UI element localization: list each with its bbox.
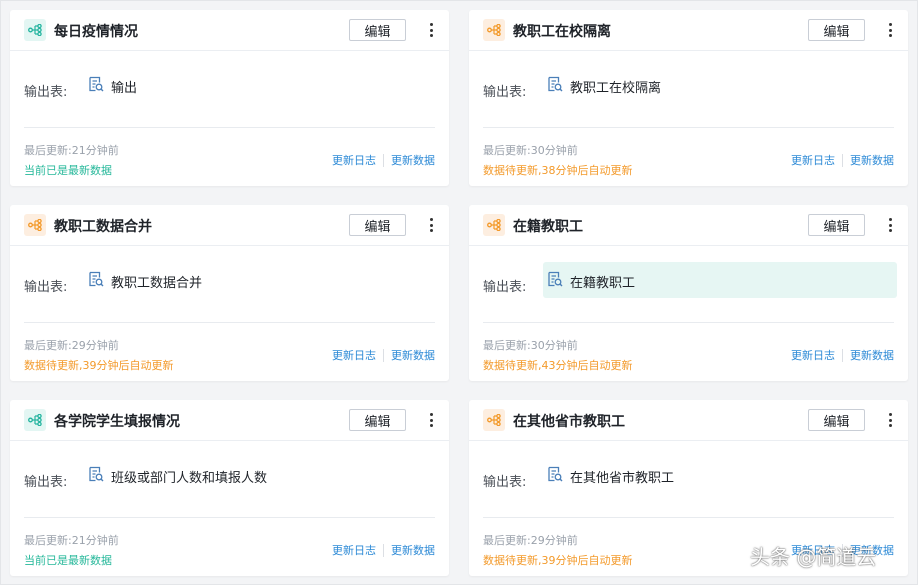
status-text: 当前已是最新数据 <box>24 554 112 567</box>
update-data-link[interactable]: 更新数据 <box>391 347 435 363</box>
output-table-label: 输出表: <box>483 85 527 100</box>
card-title: 教职工在校隔离 <box>513 24 611 40</box>
status-text: 数据待更新,43分钟后自动更新 <box>483 359 633 372</box>
update-log-link[interactable]: 更新日志 <box>791 152 835 168</box>
dataflow-card-3: 教职工数据合并 编辑 输出表: 教职工数据合并 最后更新:29分钟前 数据待更新… <box>10 205 449 381</box>
link-separator <box>383 153 384 167</box>
last-updated-text: 最后更新:30分钟前 <box>483 144 578 157</box>
more-vertical-icon[interactable] <box>886 21 894 39</box>
dataflow-icon <box>24 409 46 431</box>
link-separator <box>383 543 384 557</box>
output-table-label: 输出表: <box>483 475 527 490</box>
card-actions: 更新日志 更新数据 <box>332 347 435 363</box>
more-vertical-icon[interactable] <box>886 216 894 234</box>
output-table-link[interactable]: 教职工在校隔离 <box>543 67 897 103</box>
update-data-link[interactable]: 更新数据 <box>850 347 894 363</box>
output-table-link[interactable]: 输出 <box>84 67 438 103</box>
watermark: 头条 @简道云 <box>750 545 877 569</box>
dataflow-icon <box>24 214 46 236</box>
more-vertical-icon[interactable] <box>427 411 435 429</box>
edit-button[interactable]: 编辑 <box>808 409 865 431</box>
status-text: 当前已是最新数据 <box>24 164 112 177</box>
card-header: 各学院学生填报情况 编辑 <box>10 400 449 441</box>
link-separator <box>842 153 843 167</box>
output-table-label: 输出表: <box>24 280 68 295</box>
status-text: 数据待更新,38分钟后自动更新 <box>483 164 633 177</box>
output-table-link[interactable]: 在其他省市教职工 <box>543 457 897 493</box>
last-updated-text: 最后更新:21分钟前 <box>24 144 119 157</box>
update-data-link[interactable]: 更新数据 <box>850 152 894 168</box>
card-header: 教职工在校隔离 编辑 <box>469 10 908 51</box>
card-header: 在其他省市教职工 编辑 <box>469 400 908 441</box>
more-vertical-icon[interactable] <box>427 21 435 39</box>
card-title: 每日疫情情况 <box>54 24 138 40</box>
dataflow-icon <box>483 19 505 41</box>
table-file-icon <box>88 271 104 292</box>
dataflow-icon <box>24 19 46 41</box>
divider <box>483 322 894 323</box>
table-file-icon <box>547 271 563 292</box>
divider <box>24 127 435 128</box>
dataflow-card-1: 每日疫情情况 编辑 输出表: 输出 最后更新:21分钟前 当前已是最新数据 更新… <box>10 10 449 186</box>
divider <box>24 322 435 323</box>
card-actions: 更新日志 更新数据 <box>332 542 435 558</box>
card-title: 各学院学生填报情况 <box>54 414 180 430</box>
dataflow-card-4: 在籍教职工 编辑 输出表: 在籍教职工 最后更新:30分钟前 数据待更新,43分… <box>469 205 908 381</box>
card-title: 在其他省市教职工 <box>513 414 625 430</box>
dataflow-icon <box>483 409 505 431</box>
link-separator <box>383 348 384 362</box>
output-table-name: 教职工数据合并 <box>111 276 203 291</box>
output-table-name: 在其他省市教职工 <box>570 471 675 486</box>
card-title: 在籍教职工 <box>513 219 583 235</box>
last-updated-text: 最后更新:21分钟前 <box>24 534 119 547</box>
output-table-link[interactable]: 在籍教职工 <box>543 262 897 298</box>
output-table-name: 输出 <box>111 81 138 96</box>
more-vertical-icon[interactable] <box>886 411 894 429</box>
table-file-icon <box>88 466 104 487</box>
divider <box>483 127 894 128</box>
table-file-icon <box>88 76 104 97</box>
update-log-link[interactable]: 更新日志 <box>791 347 835 363</box>
divider <box>483 517 894 518</box>
output-table-label: 输出表: <box>24 475 68 490</box>
card-header: 教职工数据合并 编辑 <box>10 205 449 246</box>
card-title: 教职工数据合并 <box>54 219 152 235</box>
update-log-link[interactable]: 更新日志 <box>332 347 376 363</box>
output-table-link[interactable]: 班级或部门人数和填报人数 <box>84 457 438 493</box>
update-data-link[interactable]: 更新数据 <box>391 152 435 168</box>
dataflow-card-2: 教职工在校隔离 编辑 输出表: 教职工在校隔离 最后更新:30分钟前 数据待更新… <box>469 10 908 186</box>
status-text: 数据待更新,39分钟后自动更新 <box>24 359 174 372</box>
card-actions: 更新日志 更新数据 <box>791 347 894 363</box>
table-file-icon <box>547 76 563 97</box>
output-table-label: 输出表: <box>483 280 527 295</box>
output-table-name: 教职工在校隔离 <box>570 81 662 96</box>
update-log-link[interactable]: 更新日志 <box>332 152 376 168</box>
edit-button[interactable]: 编辑 <box>349 409 406 431</box>
edit-button[interactable]: 编辑 <box>349 19 406 41</box>
table-file-icon <box>547 466 563 487</box>
dataflow-icon <box>483 214 505 236</box>
edit-button[interactable]: 编辑 <box>349 214 406 236</box>
card-header: 在籍教职工 编辑 <box>469 205 908 246</box>
last-updated-text: 最后更新:29分钟前 <box>483 534 578 547</box>
more-vertical-icon[interactable] <box>427 216 435 234</box>
last-updated-text: 最后更新:29分钟前 <box>24 339 119 352</box>
card-actions: 更新日志 更新数据 <box>791 152 894 168</box>
link-separator <box>842 348 843 362</box>
card-actions: 更新日志 更新数据 <box>332 152 435 168</box>
output-table-name: 班级或部门人数和填报人数 <box>111 471 268 486</box>
edit-button[interactable]: 编辑 <box>808 214 865 236</box>
update-data-link[interactable]: 更新数据 <box>391 542 435 558</box>
dataflow-card-grid: 每日疫情情况 编辑 输出表: 输出 最后更新:21分钟前 当前已是最新数据 更新… <box>10 10 908 576</box>
dataflow-card-5: 各学院学生填报情况 编辑 输出表: 班级或部门人数和填报人数 最后更新:21分钟… <box>10 400 449 576</box>
output-table-name: 在籍教职工 <box>570 276 636 291</box>
card-header: 每日疫情情况 编辑 <box>10 10 449 51</box>
divider <box>24 517 435 518</box>
last-updated-text: 最后更新:30分钟前 <box>483 339 578 352</box>
output-table-label: 输出表: <box>24 85 68 100</box>
update-log-link[interactable]: 更新日志 <box>332 542 376 558</box>
edit-button[interactable]: 编辑 <box>808 19 865 41</box>
status-text: 数据待更新,39分钟后自动更新 <box>483 554 633 567</box>
output-table-link[interactable]: 教职工数据合并 <box>84 262 438 298</box>
